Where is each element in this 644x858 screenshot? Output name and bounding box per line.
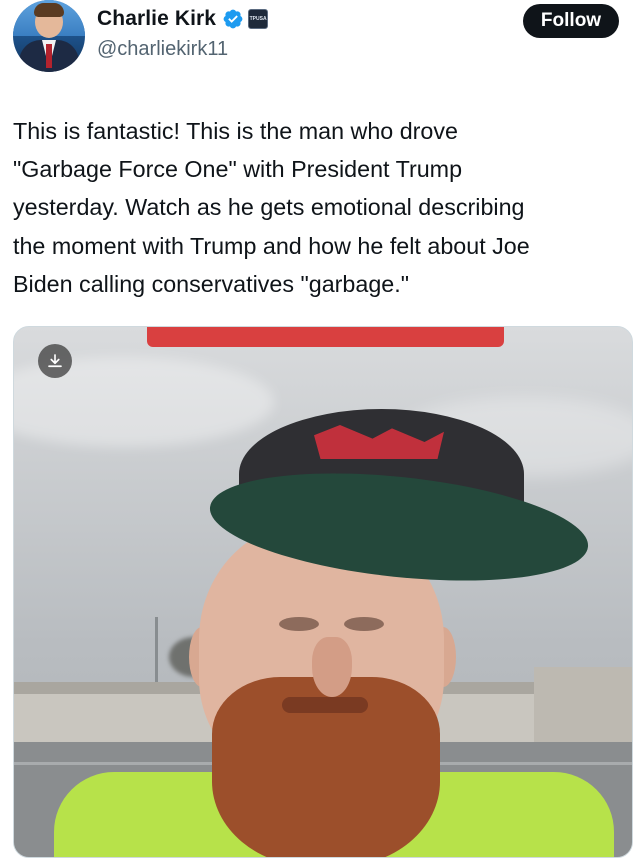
background-pole <box>155 617 158 687</box>
video-caption-bar <box>147 327 504 347</box>
download-icon <box>48 354 62 368</box>
author-avatar[interactable] <box>13 0 85 72</box>
tweet-text: This is fantastic! This is the man who d… <box>13 118 530 297</box>
author-handle[interactable]: @charliekirk11 <box>97 38 228 61</box>
author-name-row: Charlie Kirk TPUSA <box>97 4 269 34</box>
avatar-tie <box>46 44 52 68</box>
tweet-video[interactable] <box>13 326 633 858</box>
person-eye-right <box>344 617 384 631</box>
building-annex <box>534 667 632 742</box>
tweet-header: Charlie Kirk TPUSA @charliekirk11 Follow <box>0 0 644 90</box>
avatar-hair <box>34 3 64 17</box>
author-name[interactable]: Charlie Kirk <box>97 7 216 31</box>
download-button[interactable] <box>38 344 72 378</box>
person-nose <box>312 637 352 697</box>
organization-badge-text: TPUSA <box>249 16 267 22</box>
organization-badge-icon[interactable]: TPUSA <box>248 9 269 29</box>
person-mouth <box>282 697 368 713</box>
follow-button[interactable]: Follow <box>523 4 619 38</box>
person-eye-left <box>279 617 319 631</box>
verified-badge-icon <box>223 9 243 29</box>
